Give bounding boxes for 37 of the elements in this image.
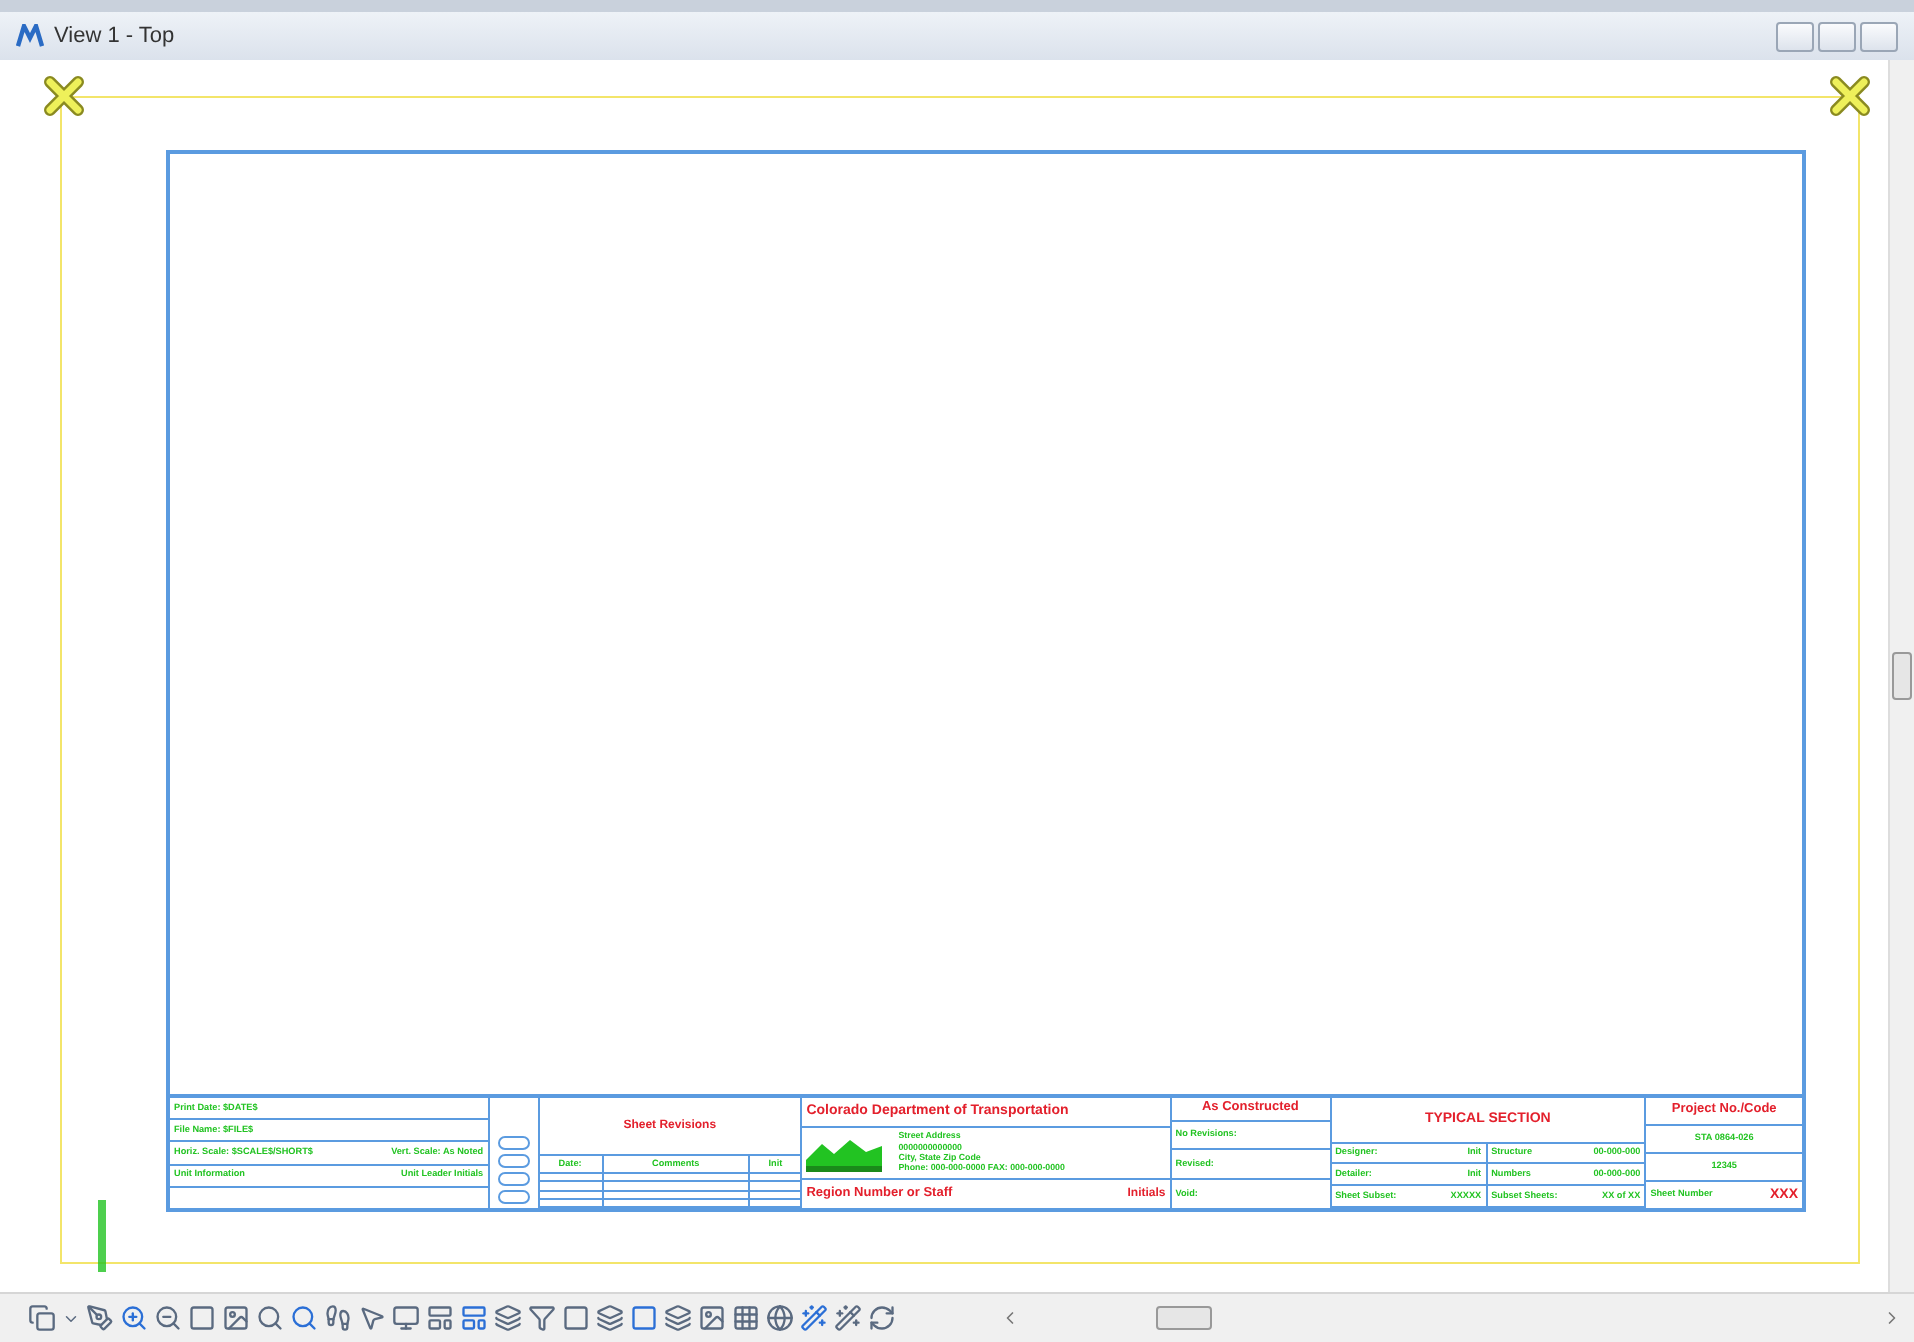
pointer-icon[interactable] <box>358 1304 386 1332</box>
zoom-in-icon[interactable] <box>120 1304 148 1332</box>
layers-icon[interactable] <box>664 1304 692 1332</box>
filter-icon[interactable] <box>528 1304 556 1332</box>
layers-icon[interactable] <box>494 1304 522 1332</box>
globe-icon[interactable] <box>766 1304 794 1332</box>
cross-marker-icon <box>44 76 84 116</box>
layout-icon[interactable] <box>460 1304 488 1332</box>
refresh-icon[interactable] <box>868 1304 896 1332</box>
app-logo-icon <box>16 24 44 48</box>
cross-marker-icon <box>1830 76 1870 116</box>
search-icon[interactable] <box>290 1304 318 1332</box>
square-icon[interactable] <box>562 1304 590 1332</box>
wand-icon[interactable] <box>800 1304 828 1332</box>
pen-icon[interactable] <box>86 1304 114 1332</box>
oval-symbol-icon <box>497 1154 530 1168</box>
layers-icon[interactable] <box>596 1304 624 1332</box>
footprints-icon[interactable] <box>324 1304 352 1332</box>
scrollbar-thumb[interactable] <box>1155 1306 1212 1330</box>
square-icon[interactable] <box>188 1304 216 1332</box>
monitor-icon[interactable] <box>392 1304 420 1332</box>
window-title: View 1 - Top <box>54 24 177 48</box>
square-icon[interactable] <box>630 1304 658 1332</box>
margin-mark-icon <box>96 1200 108 1272</box>
grid-icon[interactable] <box>732 1304 760 1332</box>
agency-logo-icon <box>806 1135 883 1171</box>
image-icon[interactable] <box>698 1304 726 1332</box>
image-icon[interactable] <box>222 1304 250 1332</box>
wand-icon[interactable] <box>834 1304 862 1332</box>
layout-icon[interactable] <box>426 1304 454 1332</box>
copy-icon[interactable] <box>28 1304 56 1332</box>
scrollbar-thumb[interactable] <box>1892 652 1912 700</box>
oval-symbol-icon <box>497 1136 530 1150</box>
zoom-out-icon[interactable] <box>154 1304 182 1332</box>
search-icon[interactable] <box>256 1304 284 1332</box>
oval-symbol-icon <box>497 1190 530 1204</box>
oval-symbol-icon <box>497 1172 530 1186</box>
